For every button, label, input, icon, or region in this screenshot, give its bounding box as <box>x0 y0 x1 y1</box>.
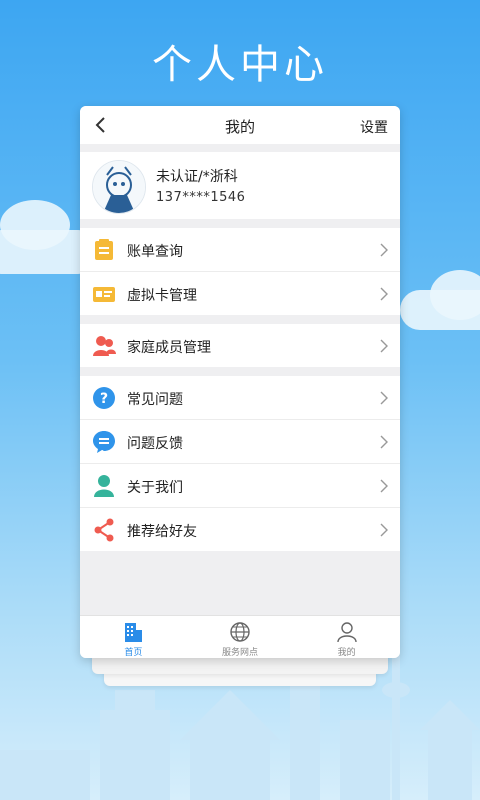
tab-service-points[interactable]: 服务网点 <box>187 616 294 658</box>
menu-group: ? 常见问题 问题反馈 关于我们 推荐给好友 <box>80 376 400 551</box>
profile-card[interactable]: 未认证/*浙科 137****1546 <box>80 152 400 219</box>
chevron-right-icon <box>380 339 388 353</box>
menu-item-family[interactable]: 家庭成员管理 <box>80 324 400 367</box>
tab-label: 服务网点 <box>222 648 259 658</box>
tab-mine[interactable]: 我的 <box>293 616 400 658</box>
building-icon <box>125 623 143 642</box>
globe-icon <box>230 622 250 642</box>
tab-home[interactable]: 首页 <box>80 616 187 658</box>
menu-group: 家庭成员管理 <box>80 324 400 367</box>
person-icon <box>94 475 114 497</box>
menu-group: 账单查询 虚拟卡管理 <box>80 228 400 315</box>
profile-name: 未认证/*浙科 <box>156 169 238 185</box>
chevron-right-icon <box>380 391 388 405</box>
chevron-right-icon <box>380 287 388 301</box>
chevron-right-icon <box>380 243 388 257</box>
menu-item-about[interactable]: 关于我们 <box>80 463 400 507</box>
cloud-decoration <box>400 290 480 330</box>
card-icon <box>93 287 115 302</box>
svg-text:?: ? <box>100 391 108 407</box>
chevron-right-icon <box>380 523 388 537</box>
tab-bar: 首页 服务网点 我的 <box>80 615 400 658</box>
share-icon <box>94 518 114 542</box>
profile-phone: 137****1546 <box>156 190 246 205</box>
chevron-right-icon <box>380 435 388 449</box>
avatar-icon <box>93 161 145 213</box>
menu-item-label: 推荐给好友 <box>127 524 197 540</box>
navbar: 我的 设置 <box>80 106 400 144</box>
user-icon <box>336 622 357 643</box>
menu-item-faq[interactable]: ? 常见问题 <box>80 376 400 419</box>
menu-item-share[interactable]: 推荐给好友 <box>80 507 400 551</box>
settings-button[interactable]: 设置 <box>360 117 388 137</box>
menu-item-virtual-card[interactable]: 虚拟卡管理 <box>80 271 400 315</box>
question-icon: ? <box>93 387 115 409</box>
menu-item-label: 家庭成员管理 <box>127 340 211 356</box>
menu-item-bill[interactable]: 账单查询 <box>80 228 400 271</box>
menu-item-label: 关于我们 <box>127 480 183 496</box>
hero-title: 个人中心 <box>152 42 328 88</box>
menu-item-label: 常见问题 <box>127 392 183 408</box>
tab-label: 我的 <box>337 648 356 658</box>
feedback-icon <box>93 431 115 453</box>
chevron-right-icon <box>380 479 388 493</box>
menu-item-feedback[interactable]: 问题反馈 <box>80 419 400 463</box>
bill-icon <box>95 239 113 260</box>
menu-item-label: 虚拟卡管理 <box>127 288 197 304</box>
avatar[interactable] <box>92 160 146 214</box>
phone-screen: 我的 设置 未认证/*浙科 137****1546 账单查询 虚拟卡管理 家庭成… <box>80 106 400 658</box>
page-title: 我的 <box>224 118 255 136</box>
family-icon <box>93 336 116 356</box>
menu-item-label: 账单查询 <box>127 244 183 260</box>
menu-item-label: 问题反馈 <box>127 436 183 452</box>
tab-label: 首页 <box>124 648 143 658</box>
